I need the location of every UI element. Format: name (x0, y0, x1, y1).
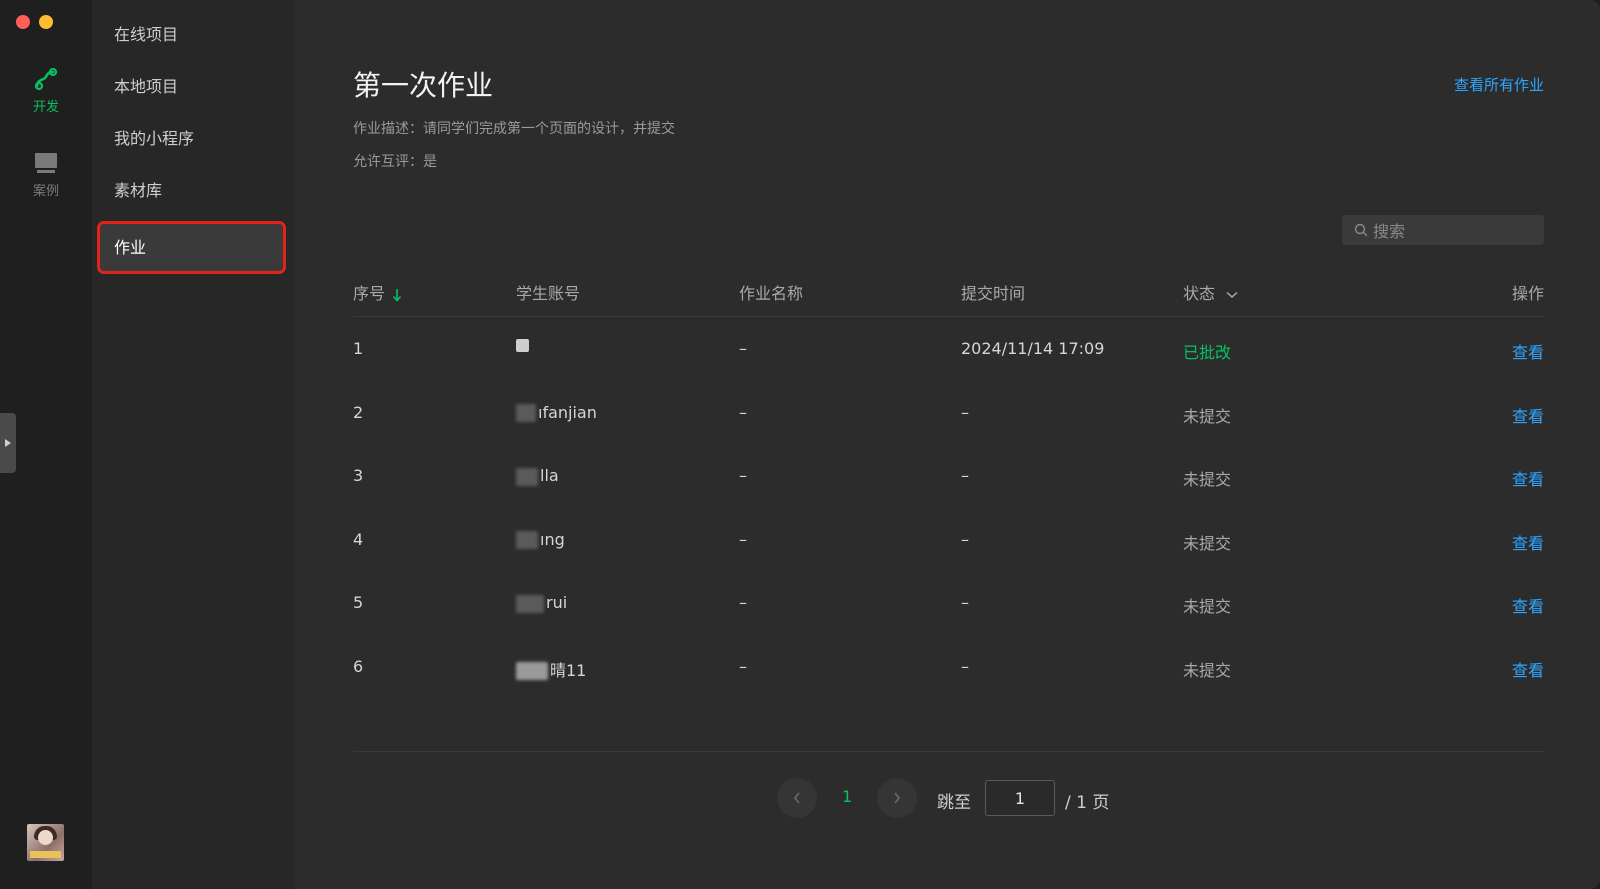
row-index: 4 (353, 529, 364, 549)
next-page-button[interactable] (877, 778, 917, 818)
caret-right-icon (5, 439, 11, 447)
column-header-account: 学生账号 (516, 284, 581, 303)
status-badge: 未提交 (1183, 660, 1232, 680)
student-account (516, 335, 531, 354)
column-header-homework-name: 作业名称 (739, 284, 804, 303)
student-account: ıng (516, 530, 565, 549)
main-content: 第一次作业 查看所有作业 作业描述：请同学们完成第一个页面的设计，并提交 允许互… (295, 0, 1600, 889)
page-jump-input[interactable] (985, 780, 1055, 816)
homework-name: – (739, 402, 747, 422)
submit-time: – (961, 402, 969, 422)
student-account: lla (516, 466, 559, 486)
icon-rail: 开发 案例 (0, 0, 92, 889)
redacted-mark (516, 404, 536, 422)
sort-down-icon (393, 288, 402, 302)
row-index: 6 (353, 656, 364, 676)
rail-item-cases[interactable]: 案例 (0, 150, 92, 199)
student-account: rui (516, 593, 567, 613)
homework-name: – (739, 466, 747, 485)
link-icon (34, 67, 58, 91)
submissions-table: 序号 学生账号 作业名称 提交时间 状态 操作 1 – 2024/11/14 1… (353, 270, 1544, 698)
sidebar-item-local-projects[interactable]: 本地项目 (100, 63, 283, 110)
submit-time: – (961, 593, 969, 612)
total-pages: / 1 页 (1065, 793, 1110, 813)
table-row: 1 – 2024/11/14 17:09 已批改 查看 (353, 317, 1544, 381)
homework-name: – (739, 593, 747, 612)
sidebar-item-online-projects[interactable]: 在线项目 (100, 11, 283, 58)
sidebar-toggle-button[interactable] (0, 413, 16, 473)
jump-to-label: 跳至 (937, 793, 971, 813)
row-index: 3 (353, 466, 364, 485)
avatar[interactable] (27, 824, 64, 861)
table-row: 5 rui – – 未提交 查看 (353, 571, 1544, 635)
minimize-window-button[interactable] (39, 15, 53, 29)
page-title: 第一次作业 (353, 69, 494, 102)
table-row: 4 ıng – – 未提交 查看 (353, 508, 1544, 572)
view-button[interactable]: 查看 (1512, 530, 1544, 554)
status-badge: 未提交 (1183, 533, 1232, 553)
row-index: 1 (353, 339, 364, 358)
homework-description: 作业描述：请同学们完成第一个页面的设计，并提交 (353, 121, 675, 137)
status-badge: 未提交 (1183, 406, 1232, 426)
monitor-icon (35, 153, 57, 173)
view-all-homework-link[interactable]: 查看所有作业 (1454, 74, 1544, 95)
peer-review-setting: 允许互评：是 (353, 154, 437, 170)
redacted-mark (516, 339, 529, 352)
table-footer-divider (353, 751, 1544, 752)
chevron-right-icon (894, 792, 901, 804)
view-button[interactable]: 查看 (1512, 593, 1544, 617)
sidebar-item-asset-library[interactable]: 素材库 (100, 167, 283, 214)
app-window: 开发 案例 在线项目 本地项目 我的小程序 素材库 作业 第一次作业 查看所有作… (0, 0, 1600, 889)
homework-name: – (739, 529, 747, 549)
student-account: 晴11 (516, 657, 586, 681)
student-account: ıfanjian (516, 403, 597, 422)
search-input[interactable]: 搜索 (1342, 215, 1544, 245)
sidebar-item-homework[interactable]: 作业 (97, 221, 286, 274)
close-window-button[interactable] (16, 15, 30, 29)
chevron-left-icon (793, 792, 800, 804)
view-button[interactable]: 查看 (1512, 466, 1544, 490)
table-row: 2 ıfanjian – – 未提交 查看 (353, 381, 1544, 445)
view-button[interactable]: 查看 (1512, 657, 1544, 681)
chevron-down-icon (1226, 291, 1238, 298)
sidebar-nav: 在线项目 本地项目 我的小程序 素材库 作业 (92, 0, 295, 889)
search-icon (1354, 223, 1368, 237)
rail-item-label: 开发 (32, 100, 59, 115)
column-header-index[interactable]: 序号 (353, 280, 402, 304)
redacted-mark (516, 662, 548, 680)
homework-name: – (739, 656, 747, 676)
row-index: 5 (353, 593, 364, 612)
status-badge: 未提交 (1183, 597, 1232, 616)
pagination: 1 跳至 / 1 页 (295, 778, 1600, 818)
rail-item-develop[interactable]: 开发 (0, 66, 92, 115)
rail-item-label: 案例 (32, 184, 59, 199)
table-row: 3 lla – – 未提交 查看 (353, 444, 1544, 508)
column-header-status[interactable]: 状态 (1183, 280, 1238, 304)
submit-time: 2024/11/14 17:09 (961, 339, 1105, 358)
status-badge: 未提交 (1183, 470, 1232, 489)
redacted-mark (516, 531, 538, 549)
row-index: 2 (353, 402, 364, 422)
table-row: 6 晴11 – – 未提交 查看 (353, 635, 1544, 699)
submit-time: – (961, 529, 969, 549)
homework-name: – (739, 339, 747, 358)
redacted-mark (516, 594, 544, 613)
submit-time: – (961, 466, 969, 485)
status-badge: 已批改 (1183, 343, 1232, 362)
view-button[interactable]: 查看 (1512, 339, 1544, 363)
table-header: 序号 学生账号 作业名称 提交时间 状态 操作 (353, 270, 1544, 317)
redacted-mark (516, 467, 538, 486)
column-header-action: 操作 (1511, 284, 1544, 303)
sidebar-item-my-miniprograms[interactable]: 我的小程序 (100, 115, 283, 162)
view-button[interactable]: 查看 (1512, 403, 1544, 427)
submit-time: – (961, 656, 969, 676)
search-placeholder: 搜索 (1373, 222, 1406, 241)
column-header-submit-time: 提交时间 (961, 284, 1026, 303)
current-page[interactable]: 1 (842, 787, 852, 806)
prev-page-button[interactable] (777, 778, 817, 818)
